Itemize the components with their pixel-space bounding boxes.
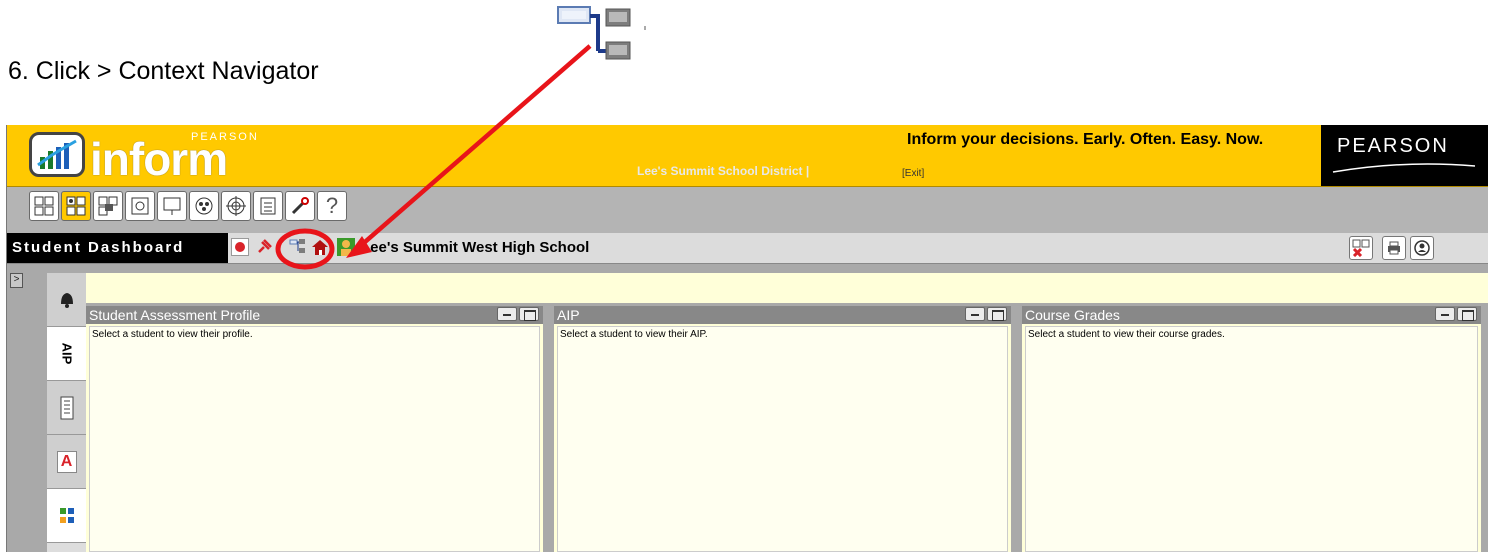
list-icon — [60, 396, 73, 419]
page-title: Student Dashboard — [7, 233, 228, 263]
minimize-button[interactable] — [965, 307, 985, 321]
application-window: inform PEARSON Lee's Summit School Distr… — [6, 125, 1488, 552]
side-tab-aip[interactable]: AIP — [47, 327, 86, 381]
expand-sidebar-button[interactable]: > — [10, 273, 23, 288]
school-home-icon[interactable] — [311, 238, 329, 256]
side-tab-list[interactable] — [47, 381, 86, 435]
lock-grid-icon[interactable] — [93, 191, 123, 221]
district-name: Lee's Summit School District | — [637, 164, 810, 178]
panel-title: Course Grades — [1022, 306, 1481, 324]
tagline: Inform your decisions. Early. Often. Eas… — [907, 131, 1264, 148]
side-tab-strip: AIP A — [47, 273, 86, 552]
context-navigator-icon[interactable] — [289, 238, 307, 256]
minimize-button[interactable] — [1435, 307, 1455, 321]
header-banner: inform PEARSON Lee's Summit School Distr… — [7, 125, 1488, 187]
group-icon[interactable] — [189, 191, 219, 221]
exit-link[interactable]: [Exit] — [902, 168, 924, 179]
panel-aip: AIP Select a student to view their AIP. — [554, 306, 1011, 552]
main-toolbar: ? — [7, 187, 1488, 233]
home-grid-icon[interactable] — [29, 191, 59, 221]
logo-pearson-small: PEARSON — [191, 131, 259, 143]
instruction-text: 6. Click > Context Navigator — [8, 57, 319, 85]
side-tab-alerts[interactable] — [47, 273, 86, 327]
grid-icon — [59, 507, 74, 523]
side-tab-grid[interactable] — [47, 489, 86, 543]
clear-grid-icon[interactable] — [1349, 236, 1373, 260]
tools-icon[interactable] — [285, 191, 315, 221]
maximize-button[interactable] — [987, 307, 1007, 321]
panel-title: Student Assessment Profile — [86, 306, 543, 324]
bell-icon — [60, 292, 73, 308]
dashboard-bar: Student Dashboard Lee's Summit West High… — [7, 233, 1488, 264]
checklist-icon[interactable] — [253, 191, 283, 221]
maximize-button[interactable] — [519, 307, 539, 321]
context-navigator-callout-icon — [557, 6, 646, 60]
side-tab-assessment-label: A — [56, 450, 77, 473]
content-header-strip — [86, 273, 1488, 303]
student-icon[interactable] — [337, 238, 355, 256]
student-dashboard-icon[interactable] — [61, 191, 91, 221]
panel-title: AIP — [554, 306, 1011, 324]
side-tab-assessment[interactable]: A — [47, 435, 86, 489]
panel-message: Select a student to view their AIP. — [557, 326, 1008, 552]
panel-message: Select a student to view their profile. — [89, 326, 540, 552]
pearson-swoosh-icon — [1332, 163, 1476, 173]
profile-search-icon[interactable] — [1410, 236, 1434, 260]
inform-logo-icon — [29, 132, 85, 177]
help-icon[interactable]: ? — [317, 191, 347, 221]
school-name: Lee's Summit West High School — [361, 239, 590, 256]
target-icon[interactable] — [221, 191, 251, 221]
panel-message: Select a student to view their course gr… — [1025, 326, 1478, 552]
report-icon[interactable] — [125, 191, 155, 221]
maximize-button[interactable] — [1457, 307, 1477, 321]
side-tab-aip-label: AIP — [58, 342, 74, 365]
record-icon[interactable] — [231, 238, 249, 256]
panel-course-grades: Course Grades Select a student to view t… — [1022, 306, 1481, 552]
print-icon[interactable] — [1382, 236, 1406, 260]
pearson-brand-text: PEARSON — [1337, 135, 1449, 157]
dashboard-content: Student Assessment Profile Select a stud… — [86, 273, 1488, 552]
minimize-button[interactable] — [497, 307, 517, 321]
presentation-icon[interactable] — [157, 191, 187, 221]
panel-student-assessment-profile: Student Assessment Profile Select a stud… — [86, 306, 543, 552]
pin-icon[interactable] — [255, 238, 273, 256]
